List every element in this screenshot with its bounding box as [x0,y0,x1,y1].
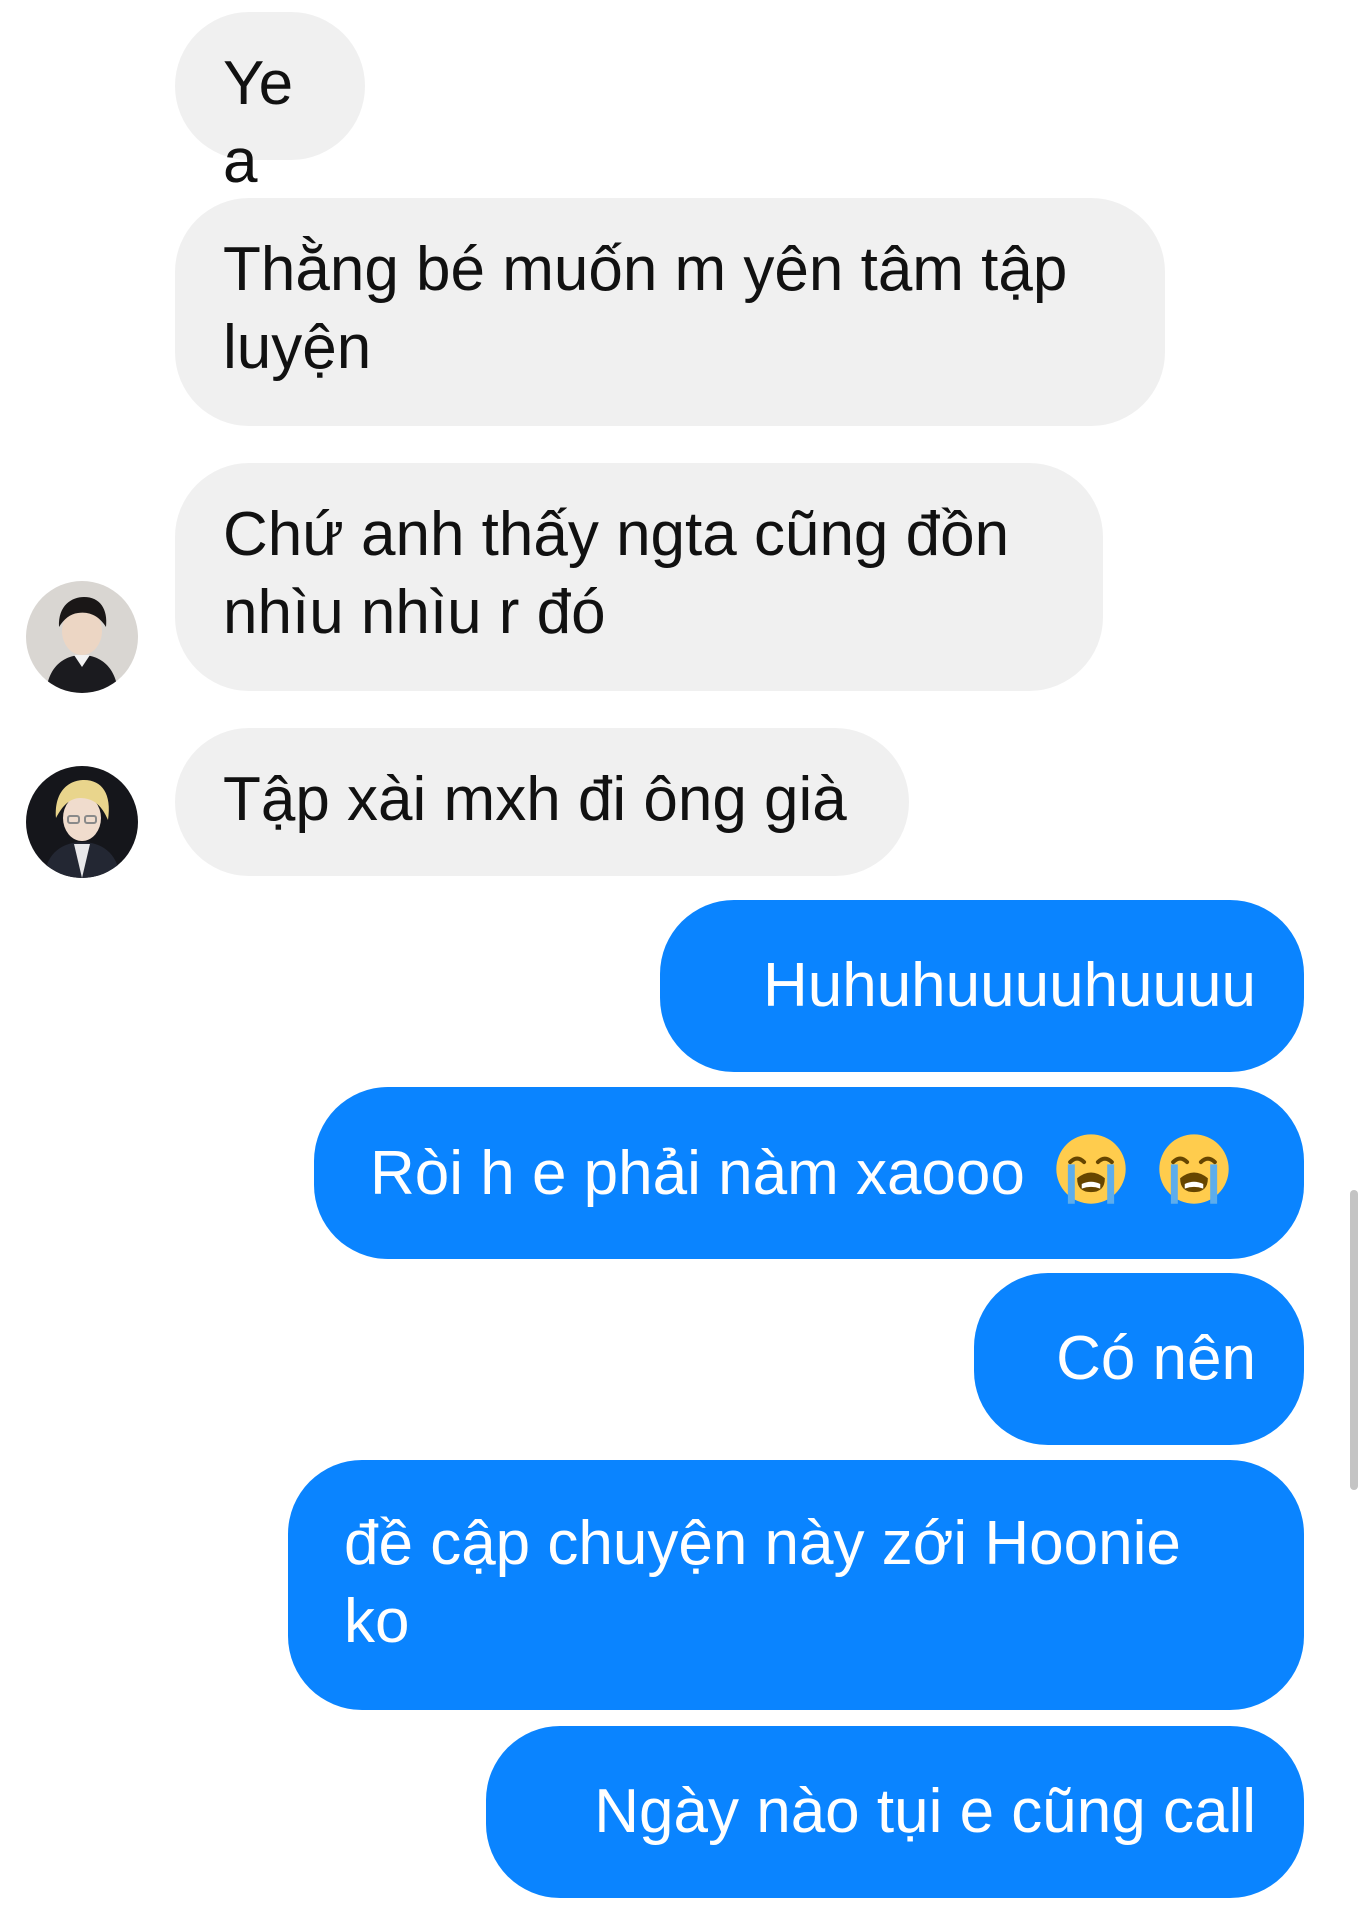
message-text: Tập xài mxh đi ông già [223,765,847,834]
message-bubble-outgoing[interactable]: Huhuhuuuuhuuuu [660,900,1304,1072]
loudly-crying-face-icon [1056,1134,1126,1204]
message-text: Yea [223,49,294,196]
scrollbar[interactable] [1350,1190,1358,1490]
message-text: Thằng bé muốn m yên tâm tập luyện [223,235,1068,382]
user-avatar-blonde-hair-icon [26,766,138,878]
avatar-sender-2[interactable] [26,766,138,878]
message-bubble-incoming[interactable]: Tập xài mxh đi ông già [175,728,909,876]
message-text: Huhuhuuuuhuuuu [762,951,1256,1020]
message-bubble-outgoing[interactable]: Ngày nào tụi e cũng call [486,1726,1304,1898]
user-avatar-dark-hair-icon [26,581,138,693]
message-text: đề cập chuyện này zới Hoonie ko [344,1509,1181,1656]
message-bubble-incoming[interactable]: Yea [175,12,365,196]
message-bubble-incoming[interactable]: Chứ anh thấy ngta cũng đồn nhìu nhìu r đ… [175,463,1103,691]
message-text: Ròi h e phải nàm xaooo [370,1139,1025,1208]
message-bubble-outgoing[interactable]: Ròi h e phải nàm xaooo [314,1087,1304,1259]
message-bubble-outgoing[interactable]: đề cập chuyện này zới Hoonie ko [288,1460,1304,1710]
avatar-sender-1[interactable] [26,581,138,693]
message-bubble-incoming[interactable]: Thằng bé muốn m yên tâm tập luyện [175,198,1165,426]
message-text: Ngày nào tụi e cũng call [594,1777,1256,1846]
message-bubble-outgoing[interactable]: Có nên [974,1273,1304,1445]
message-text: Chứ anh thấy ngta cũng đồn nhìu nhìu r đ… [223,500,1010,647]
message-text: Có nên [1056,1324,1256,1393]
loudly-crying-face-icon [1159,1134,1230,1204]
